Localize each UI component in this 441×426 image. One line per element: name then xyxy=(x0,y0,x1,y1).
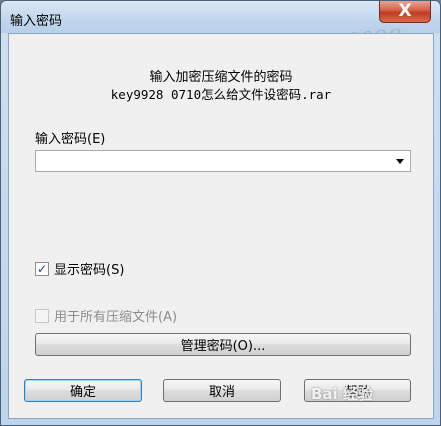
prompt-text: 输入加密压缩文件的密码 xyxy=(149,70,293,85)
password-label: 输入密码(E) xyxy=(35,132,106,147)
password-input[interactable] xyxy=(35,150,411,172)
archive-filename: key9928 0710怎么给文件设密码.rar xyxy=(110,87,332,102)
chevron-down-icon[interactable] xyxy=(396,159,404,164)
cancel-button[interactable]: 取消 xyxy=(163,379,281,402)
ok-button[interactable]: 确定 xyxy=(24,379,142,402)
close-button[interactable]: X xyxy=(379,1,431,23)
close-icon: X xyxy=(398,1,412,21)
password-dialog: 输入密码 X 百度经验 by key9928 输入加密压缩文件的密码 key99… xyxy=(0,0,441,426)
use-for-all-label: 用于所有压缩文件(A) xyxy=(54,310,178,325)
cancel-label: 取消 xyxy=(208,385,235,400)
manage-passwords-label: 管理密码(O)... xyxy=(180,339,266,354)
use-for-all-checkbox xyxy=(35,308,49,323)
help-button[interactable]: 帮助 xyxy=(304,379,411,402)
manage-passwords-button[interactable]: 管理密码(O)... xyxy=(35,333,411,356)
show-password-checkbox[interactable]: ✓ xyxy=(35,261,49,276)
show-password-option[interactable]: ✓ 显示密码(S) xyxy=(35,259,124,278)
ok-label: 确定 xyxy=(69,385,96,400)
help-label: 帮助 xyxy=(344,385,371,400)
dialog-body: 输入加密压缩文件的密码 key9928 0710怎么给文件设密码.rar 输入密… xyxy=(8,33,434,419)
use-for-all-option: 用于所有压缩文件(A) xyxy=(35,306,177,325)
window-title: 输入密码 xyxy=(10,14,63,29)
title-bar[interactable]: 输入密码 X xyxy=(1,1,440,33)
checkmark-icon: ✓ xyxy=(36,261,48,276)
show-password-label: 显示密码(S) xyxy=(54,263,125,278)
